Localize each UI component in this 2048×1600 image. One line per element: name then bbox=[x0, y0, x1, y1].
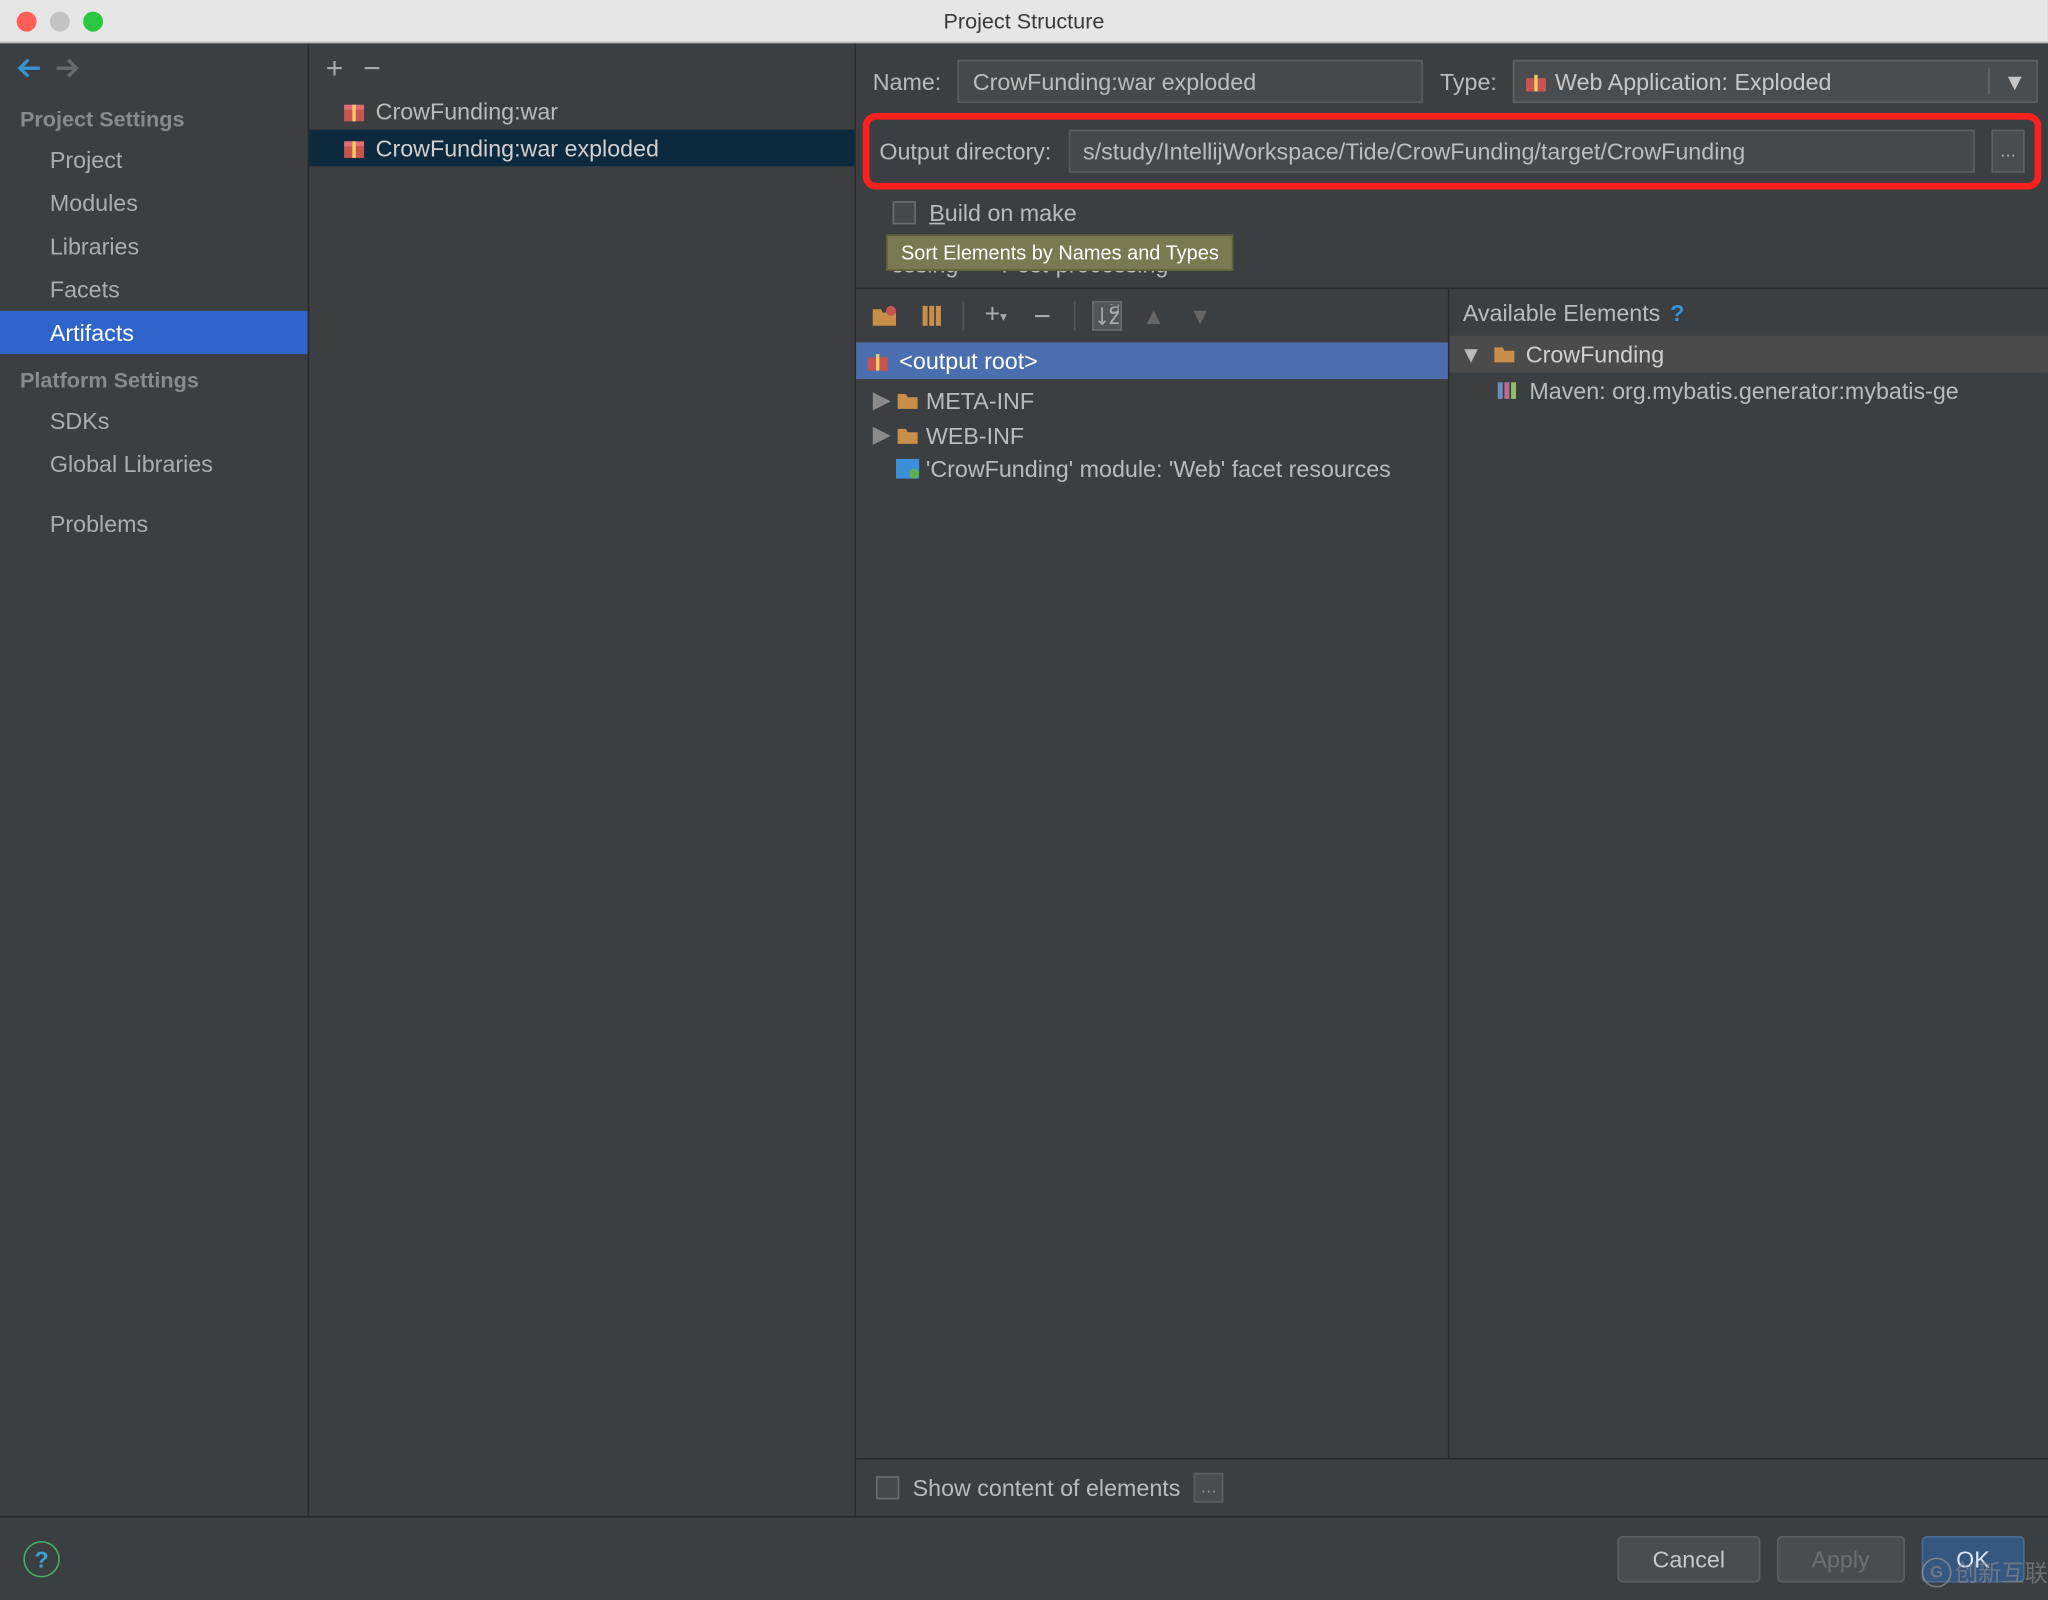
show-content-checkbox[interactable] bbox=[876, 1476, 899, 1499]
output-directory-row: Output directory: … bbox=[863, 113, 2042, 189]
build-on-make-label: Build on make bbox=[929, 199, 1077, 226]
forward-icon[interactable] bbox=[53, 57, 80, 80]
build-on-make-checkbox[interactable] bbox=[893, 201, 916, 224]
web-facet-icon bbox=[896, 459, 919, 479]
output-dir-input[interactable] bbox=[1068, 130, 1975, 173]
output-layout-panel: +▾ − az ▲ ▼ <output root> bbox=[856, 289, 1449, 1458]
available-title: Available Elements bbox=[1463, 299, 1661, 326]
type-combo[interactable]: Web Application: Exploded ▼ bbox=[1513, 60, 2037, 103]
output-dir-label: Output directory: bbox=[879, 138, 1051, 165]
layout-icon[interactable] bbox=[916, 301, 946, 331]
expand-icon[interactable]: ▼ bbox=[1459, 341, 1482, 368]
sort-icon[interactable]: az bbox=[1092, 301, 1122, 331]
name-label: Name: bbox=[873, 68, 942, 95]
available-root[interactable]: ▼ CrowFunding bbox=[1450, 336, 2048, 373]
artifact-label: CrowFunding:war bbox=[376, 98, 558, 125]
sidebar-item-global-libraries[interactable]: Global Libraries bbox=[0, 442, 308, 485]
expand-icon[interactable]: ▶ bbox=[873, 421, 890, 449]
sidebar: Project Settings Project Modules Librari… bbox=[0, 43, 309, 1516]
watermark-text: 创新互联 bbox=[1955, 1556, 2048, 1589]
output-root[interactable]: <output root> bbox=[856, 342, 1448, 379]
tree-label: META-INF bbox=[926, 386, 1034, 413]
output-root-label: <output root> bbox=[899, 347, 1037, 374]
tree-row[interactable]: 'CrowFunding' module: 'Web' facet resour… bbox=[856, 452, 1448, 485]
available-root-label: CrowFunding bbox=[1526, 341, 1664, 368]
move-down-icon[interactable]: ▼ bbox=[1185, 301, 1215, 331]
tree-row[interactable]: ▶ WEB-INF bbox=[856, 417, 1448, 452]
sort-tooltip: Sort Elements by Names and Types bbox=[886, 234, 1234, 271]
sidebar-item-facets[interactable]: Facets bbox=[0, 268, 308, 311]
watermark: G 创新互联 bbox=[1922, 1556, 2048, 1589]
help-button[interactable]: ? bbox=[23, 1540, 60, 1577]
cancel-button[interactable]: Cancel bbox=[1618, 1535, 1760, 1582]
move-up-icon[interactable]: ▲ bbox=[1139, 301, 1169, 331]
type-label: Type: bbox=[1440, 68, 1497, 95]
sidebar-item-modules[interactable]: Modules bbox=[0, 181, 308, 224]
apply-button[interactable]: Apply bbox=[1777, 1535, 1905, 1582]
add-icon[interactable]: +▾ bbox=[981, 301, 1011, 331]
artifact-item[interactable]: CrowFunding:war exploded bbox=[309, 130, 854, 167]
artifact-icon bbox=[866, 349, 889, 372]
available-item-label: Maven: org.mybatis.generator:mybatis-ge bbox=[1529, 377, 1958, 404]
titlebar: Project Structure bbox=[0, 0, 2048, 43]
watermark-logo-icon: G bbox=[1922, 1558, 1952, 1588]
sidebar-item-libraries[interactable]: Libraries bbox=[0, 224, 308, 267]
type-value: Web Application: Exploded bbox=[1555, 68, 1831, 95]
artifacts-list: + − CrowFunding:war CrowFunding:war expl… bbox=[309, 43, 856, 1516]
remove-artifact-icon[interactable]: − bbox=[363, 53, 380, 83]
available-item[interactable]: Maven: org.mybatis.generator:mybatis-ge bbox=[1450, 372, 2048, 409]
tree-row[interactable]: ▶ META-INF bbox=[856, 382, 1448, 417]
show-content-label: Show content of elements bbox=[913, 1474, 1181, 1501]
dialog-footer: ? Cancel Apply OK bbox=[0, 1516, 2048, 1599]
svg-text:z: z bbox=[1109, 304, 1119, 327]
sidebar-item-problems[interactable]: Problems bbox=[0, 502, 308, 545]
sidebar-item-artifacts[interactable]: Artifacts bbox=[0, 311, 308, 354]
chevron-down-icon: ▼ bbox=[1988, 68, 2026, 95]
new-folder-icon[interactable] bbox=[869, 301, 899, 331]
window-title: Project Structure bbox=[0, 8, 2048, 33]
show-content-options[interactable]: … bbox=[1194, 1473, 1224, 1503]
add-artifact-icon[interactable]: + bbox=[326, 53, 343, 83]
remove-icon[interactable]: − bbox=[1027, 301, 1057, 331]
tree-label: 'CrowFunding' module: 'Web' facet resour… bbox=[926, 455, 1391, 482]
sidebar-item-sdks[interactable]: SDKs bbox=[0, 399, 308, 442]
back-icon[interactable] bbox=[17, 57, 44, 80]
folder-icon bbox=[896, 390, 919, 410]
artifact-icon bbox=[342, 136, 365, 159]
module-icon bbox=[1493, 344, 1516, 364]
section-platform-settings: Platform Settings bbox=[0, 354, 308, 399]
sidebar-item-project[interactable]: Project bbox=[0, 138, 308, 181]
artifact-icon bbox=[342, 100, 365, 123]
expand-icon[interactable]: ▶ bbox=[873, 386, 890, 414]
library-icon bbox=[1496, 381, 1519, 401]
artifact-tabs: Sort Elements by Names and Types essing … bbox=[856, 239, 2048, 289]
name-input[interactable] bbox=[958, 60, 1423, 103]
help-icon[interactable]: ? bbox=[1670, 299, 1684, 326]
artifact-label: CrowFunding:war exploded bbox=[376, 135, 659, 162]
browse-button[interactable]: … bbox=[1991, 130, 2024, 173]
section-project-settings: Project Settings bbox=[0, 93, 308, 138]
artifact-type-icon bbox=[1525, 70, 1548, 93]
available-elements-panel: Available Elements ? ▼ CrowFunding Maven… bbox=[1450, 289, 2048, 1458]
tree-label: WEB-INF bbox=[926, 421, 1024, 448]
folder-icon bbox=[896, 425, 919, 445]
artifact-item[interactable]: CrowFunding:war bbox=[309, 93, 854, 130]
